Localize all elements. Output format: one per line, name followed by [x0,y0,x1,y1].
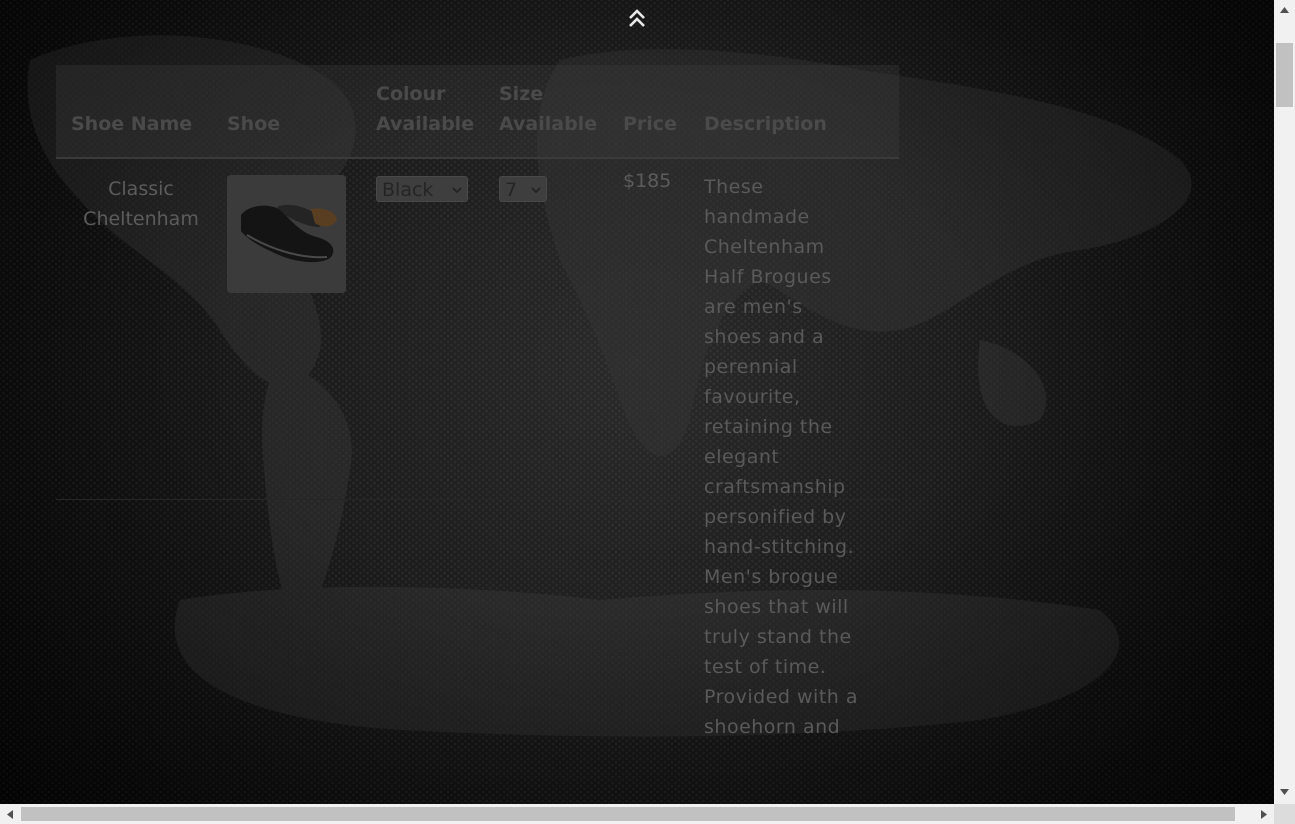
header-colour-line2: Available [376,113,475,135]
products-table: Shoe Name Shoe Colour Available Size Ava… [56,65,899,738]
header-size-available: Size Available [499,79,597,139]
description-cell: These handmade Cheltenham Half Brogues a… [704,176,859,738]
scroll-down-arrow-icon[interactable] [1280,789,1289,795]
chevron-down-icon [452,187,462,194]
header-size-line2: Available [499,113,598,135]
shoe-name-line2: Cheltenham [83,208,199,230]
scroll-right-arrow-icon[interactable] [1261,810,1267,819]
size-selected-value: 7 [505,179,518,201]
colour-select[interactable]: Black [376,176,468,202]
table-row: Classic Cheltenham Black 7 $185 These ha… [56,159,899,738]
vertical-scroll-thumb[interactable] [1276,43,1293,107]
header-shoe: Shoe [227,113,281,135]
header-size-line1: Size [499,83,544,105]
header-price: Price [623,113,677,135]
size-select[interactable]: 7 [499,176,547,202]
scroll-left-arrow-icon[interactable] [7,810,13,819]
chevron-down-icon [531,187,541,194]
horizontal-scroll-thumb[interactable] [21,807,1235,821]
back-to-top-icon[interactable] [626,6,648,30]
shoe-image[interactable] [227,175,346,293]
shoe-icon [227,175,346,293]
header-colour-available: Colour Available [376,79,474,139]
horizontal-scrollbar[interactable] [0,804,1274,824]
scrollbar-corner [1274,804,1295,824]
price-cell: $185 [623,170,672,192]
colour-selected-value: Black [382,179,434,201]
shoe-name-line1: Classic [108,178,174,200]
shoe-name-cell: Classic Cheltenham [71,174,211,234]
table-header: Shoe Name Shoe Colour Available Size Ava… [56,65,899,159]
header-shoe-name: Shoe Name [71,113,193,135]
header-colour-line1: Colour [376,83,446,105]
scroll-up-arrow-icon[interactable] [1280,7,1289,13]
header-description: Description [704,113,827,135]
vertical-scrollbar[interactable] [1274,0,1295,804]
